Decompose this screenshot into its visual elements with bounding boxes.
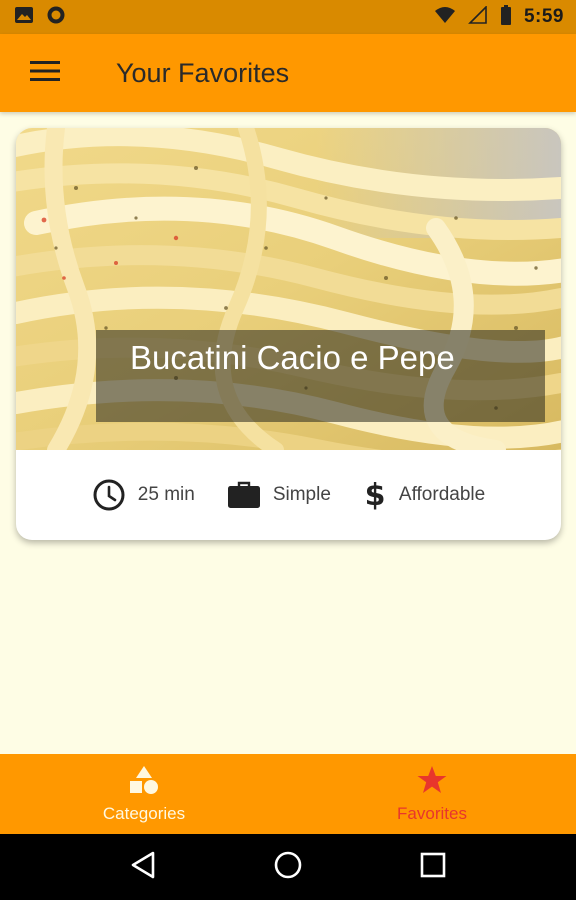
favorites-list: Bucatini Cacio e Pepe 25 min Simple $ Af… — [0, 112, 576, 754]
back-triangle-icon — [129, 850, 157, 885]
system-navigation-bar — [0, 834, 576, 900]
complexity-detail: Simple — [227, 480, 331, 510]
hamburger-menu-icon — [30, 60, 60, 87]
wifi-icon — [434, 6, 456, 29]
complexity-text: Simple — [272, 484, 331, 505]
page-title: Your Favorites — [116, 57, 290, 88]
duration-text: 25 min — [137, 484, 195, 505]
home-circle-icon — [273, 850, 303, 885]
battery-icon — [500, 4, 512, 30]
back-button[interactable] — [118, 842, 168, 892]
menu-button[interactable] — [16, 44, 74, 102]
status-bar: 5:59 — [0, 0, 576, 34]
circle-notification-icon — [46, 5, 66, 30]
meal-details: 25 min Simple $ Affordable — [16, 450, 561, 540]
app-bar: Your Favorites — [0, 34, 576, 112]
status-time: 5:59 — [523, 6, 564, 27]
star-icon — [416, 765, 448, 800]
recents-button[interactable] — [408, 842, 458, 892]
tab-categories-label: Categories — [102, 803, 186, 823]
meal-title-overlay: Bucatini Cacio e Pepe — [96, 330, 545, 422]
clock-icon — [92, 478, 126, 512]
signal-icon — [468, 4, 488, 29]
bottom-navigation: Categories Favorites — [0, 754, 576, 834]
svg-text:$: $ — [364, 478, 385, 512]
tab-favorites-label: Favorites — [397, 803, 467, 823]
image-icon — [14, 5, 34, 30]
dollar-icon: $ — [363, 478, 387, 512]
affordability-detail: $ Affordable — [363, 478, 485, 512]
briefcase-icon — [227, 480, 261, 510]
tab-categories[interactable]: Categories — [0, 754, 288, 834]
category-shapes-icon — [128, 765, 160, 800]
recents-square-icon — [419, 851, 447, 884]
meal-title: Bucatini Cacio e Pepe — [130, 339, 455, 376]
affordability-text: Affordable — [398, 484, 486, 505]
home-button[interactable] — [263, 842, 313, 892]
tab-favorites[interactable]: Favorites — [288, 754, 576, 834]
duration-detail: 25 min — [92, 478, 195, 512]
meal-card[interactable]: Bucatini Cacio e Pepe 25 min Simple $ Af… — [16, 128, 561, 540]
